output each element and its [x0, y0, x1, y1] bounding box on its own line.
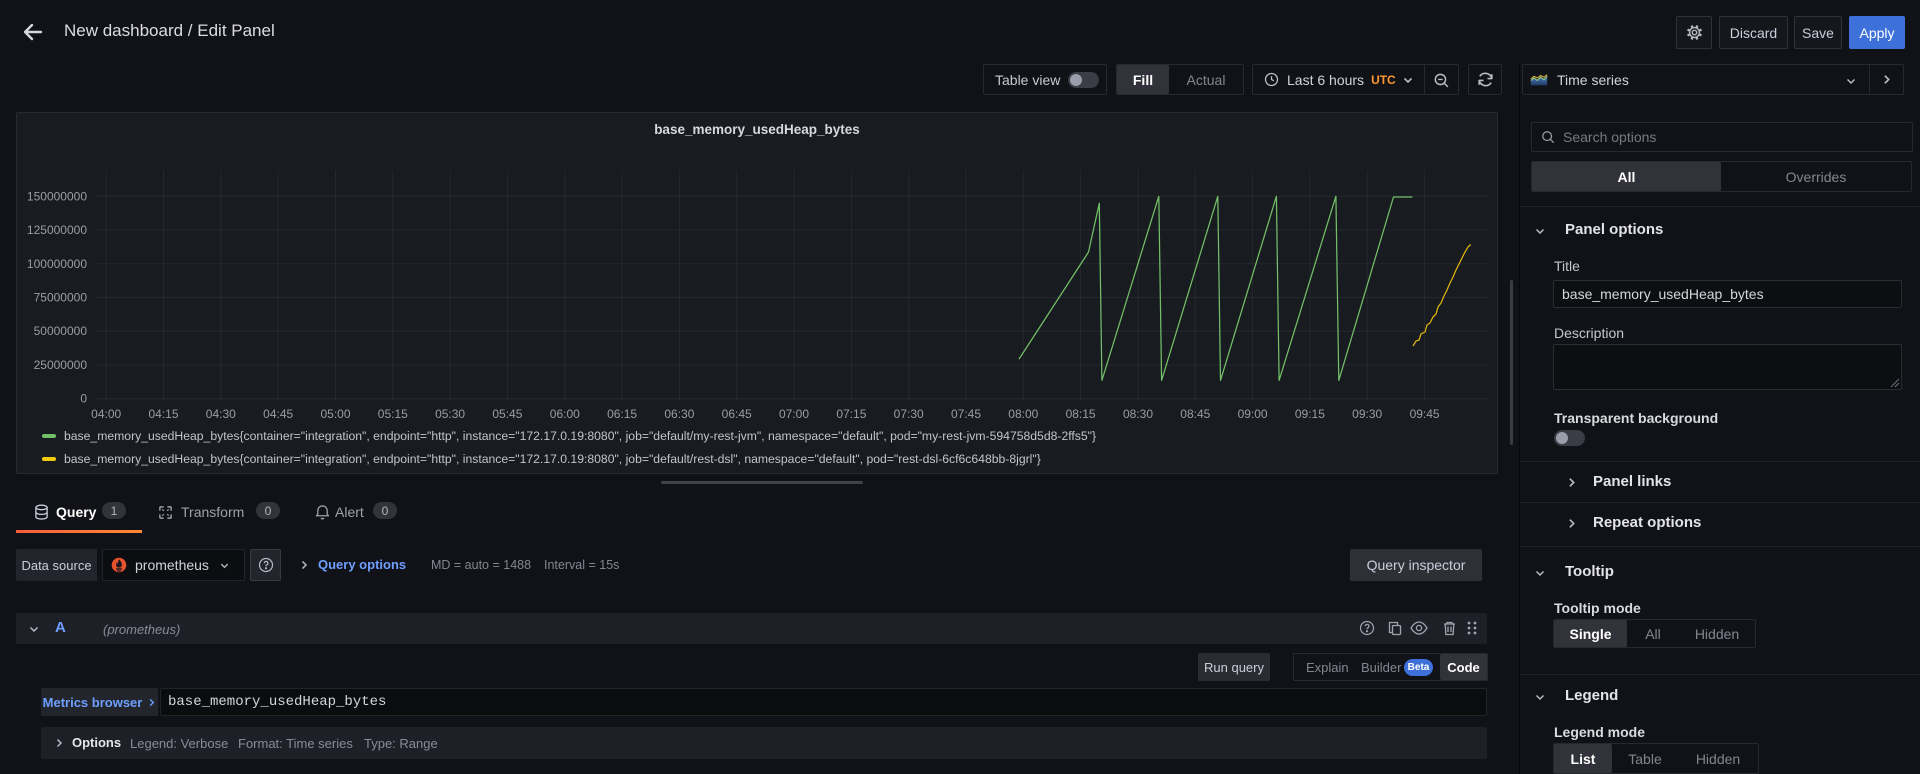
svg-text:150000000: 150000000 [27, 189, 87, 203]
svg-text:25000000: 25000000 [34, 358, 88, 372]
svg-text:100000000: 100000000 [27, 257, 87, 271]
svg-text:06:15: 06:15 [607, 407, 637, 421]
svg-text:09:15: 09:15 [1295, 407, 1325, 421]
svg-text:09:30: 09:30 [1352, 407, 1382, 421]
svg-text:75000000: 75000000 [34, 291, 88, 305]
svg-text:05:30: 05:30 [435, 407, 465, 421]
svg-text:07:30: 07:30 [894, 407, 924, 421]
svg-text:125000000: 125000000 [27, 223, 87, 237]
svg-text:04:15: 04:15 [148, 407, 178, 421]
svg-text:08:30: 08:30 [1123, 407, 1153, 421]
svg-text:50000000: 50000000 [34, 324, 88, 338]
svg-text:08:00: 08:00 [1008, 407, 1038, 421]
svg-text:05:00: 05:00 [320, 407, 350, 421]
svg-text:04:45: 04:45 [263, 407, 293, 421]
svg-text:06:30: 06:30 [664, 407, 694, 421]
svg-text:04:00: 04:00 [91, 407, 121, 421]
svg-text:06:00: 06:00 [550, 407, 580, 421]
svg-text:06:45: 06:45 [722, 407, 752, 421]
svg-text:09:00: 09:00 [1238, 407, 1268, 421]
svg-text:04:30: 04:30 [206, 407, 236, 421]
svg-text:09:45: 09:45 [1410, 407, 1440, 421]
svg-text:07:15: 07:15 [836, 407, 866, 421]
svg-text:07:00: 07:00 [779, 407, 809, 421]
svg-text:0: 0 [80, 392, 87, 406]
svg-text:07:45: 07:45 [951, 407, 981, 421]
svg-text:08:45: 08:45 [1180, 407, 1210, 421]
svg-text:05:45: 05:45 [492, 407, 522, 421]
svg-text:08:15: 08:15 [1066, 407, 1096, 421]
svg-text:05:15: 05:15 [378, 407, 408, 421]
